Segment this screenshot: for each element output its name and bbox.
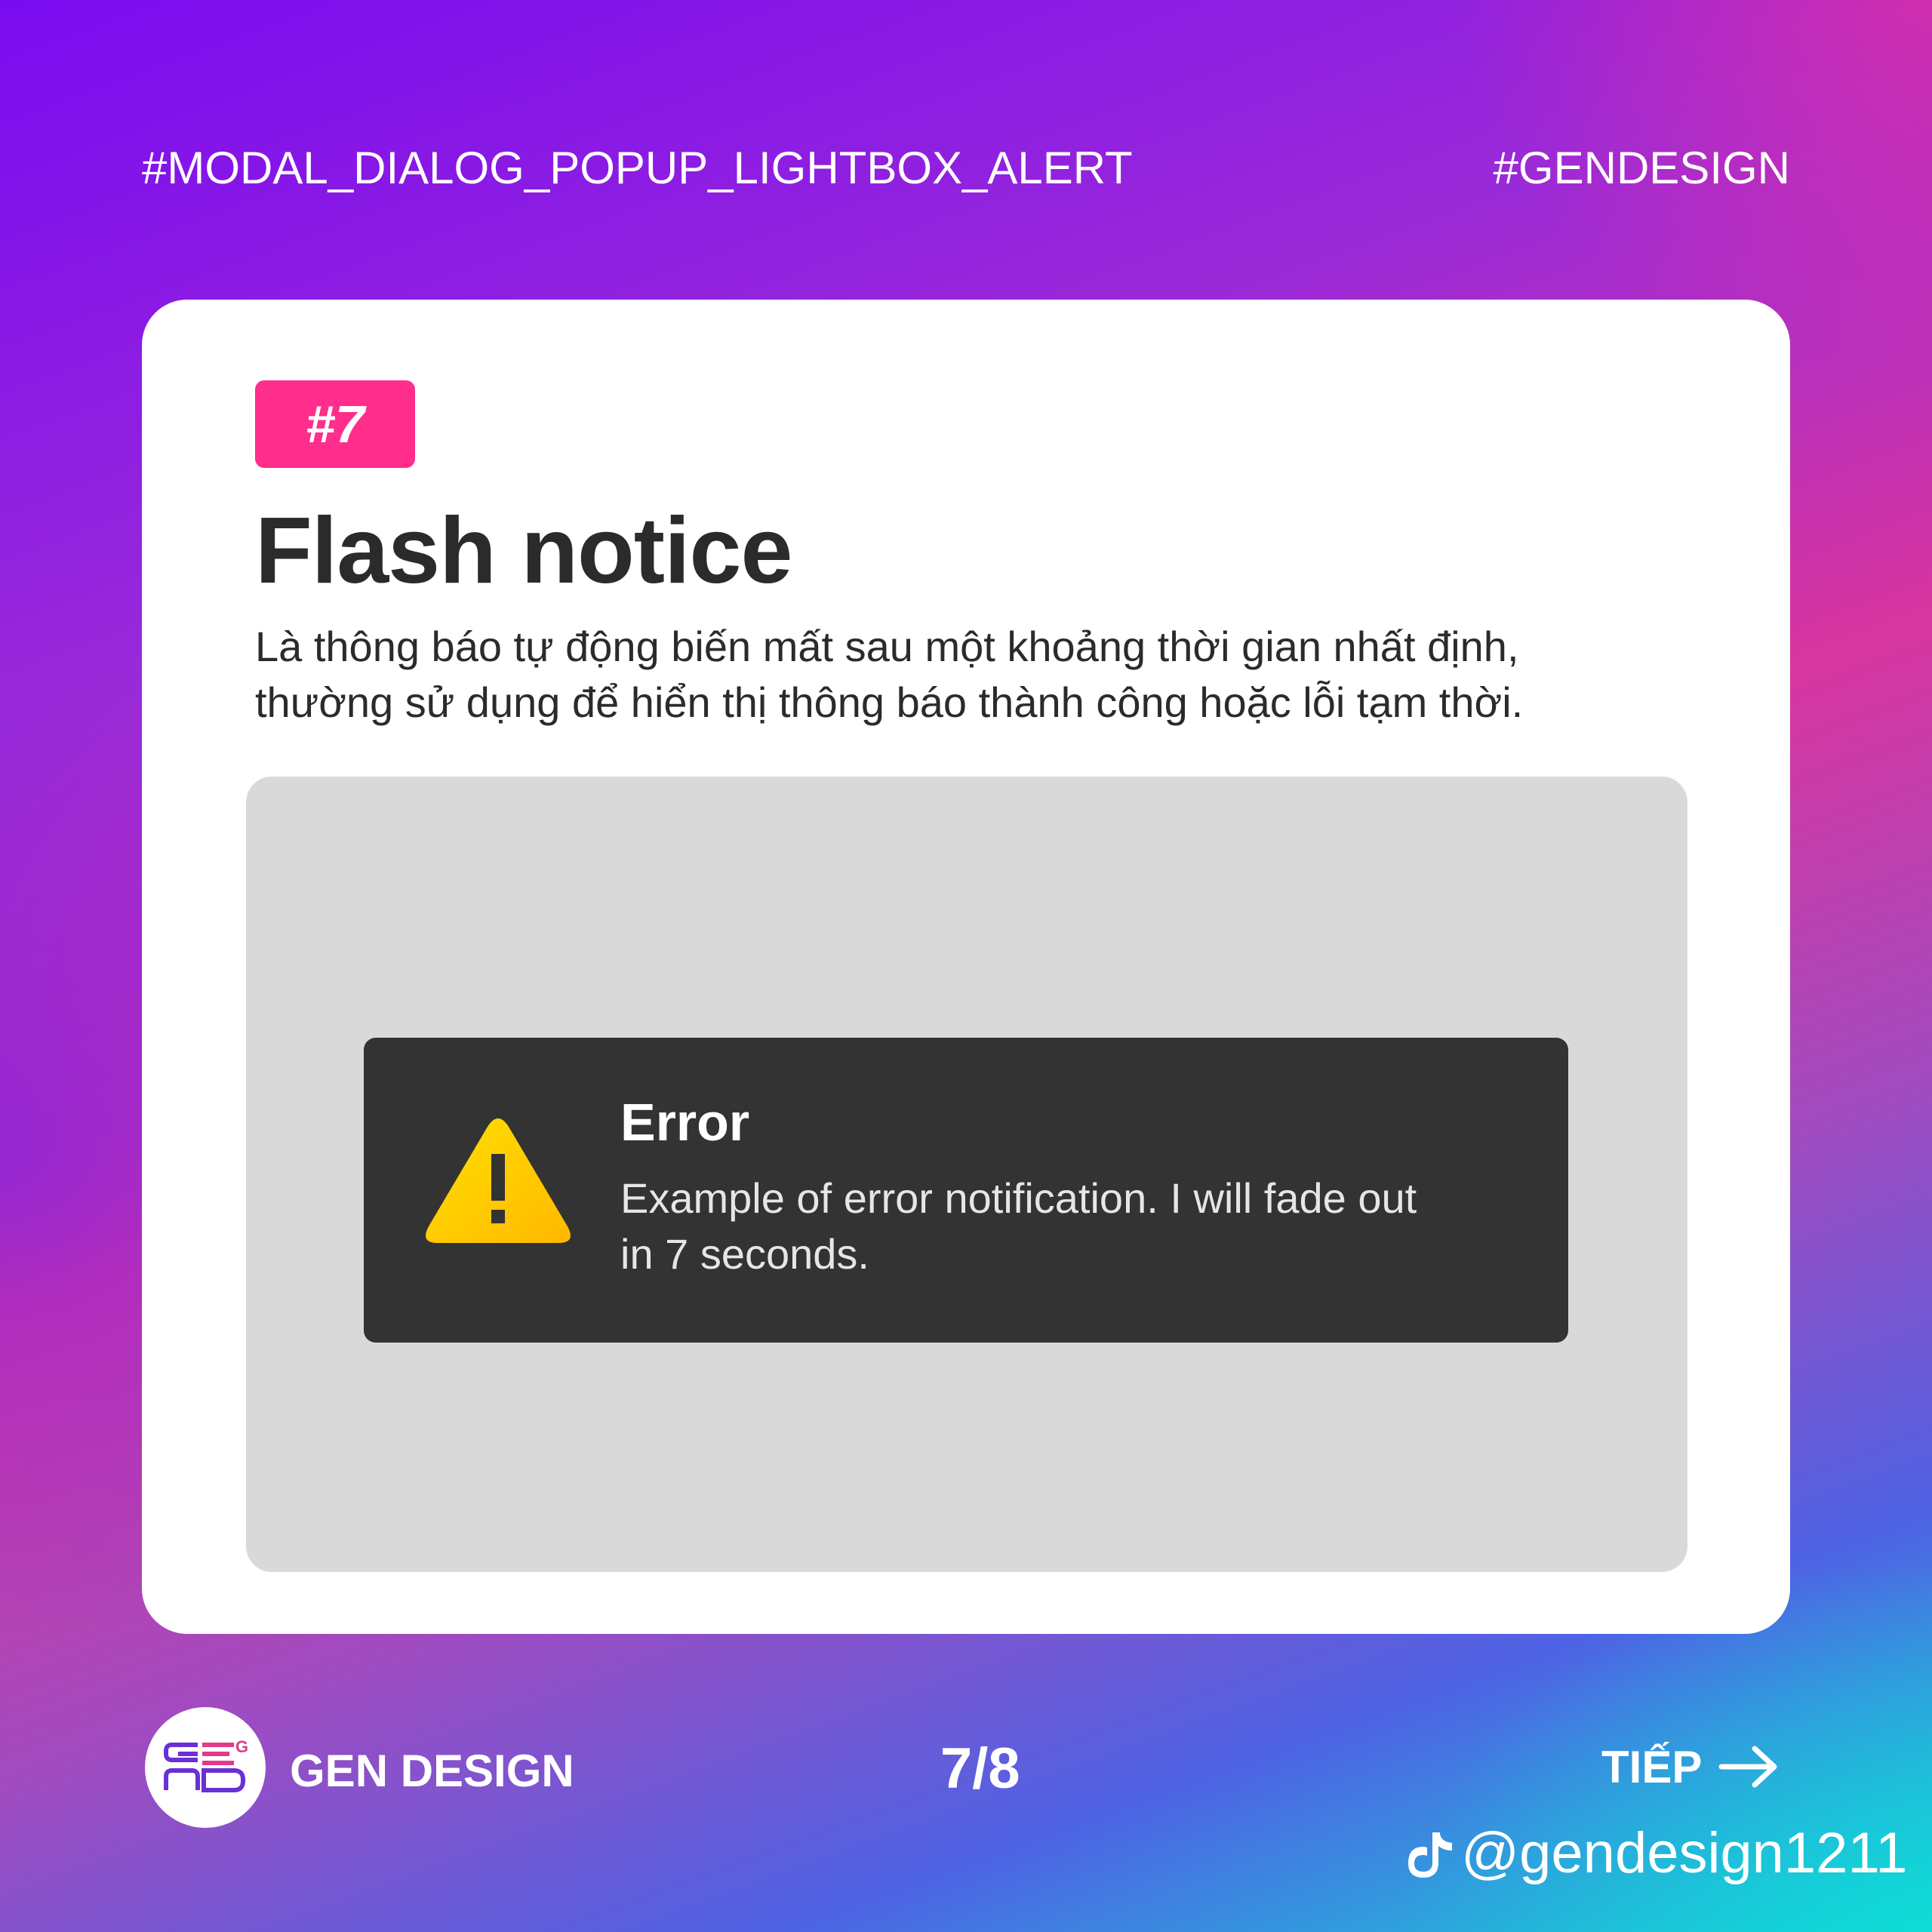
toast-message-line: Example of error notification. I will fa… (620, 1174, 1417, 1222)
arrow-right-icon (1718, 1746, 1777, 1788)
toast-message: Example of error notification. I will fa… (620, 1171, 1526, 1282)
card-description: Là thông báo tự động biến mất sau một kh… (255, 619, 1689, 731)
flash-notice-toast[interactable]: Error Example of error notification. I w… (364, 1038, 1568, 1343)
logo-letter: GEN (235, 1737, 249, 1756)
social-handle[interactable]: @gendesign1211 (1408, 1820, 1907, 1886)
logo-mark-icon: GEN (164, 1737, 249, 1792)
gen-design-logo: GEN (145, 1707, 266, 1828)
content-card: #7 Flash notice Là thông báo tự động biế… (142, 300, 1790, 1634)
next-label: TIẾP (1601, 1741, 1703, 1792)
description-line: thường sử dụng để hiển thị thông báo thà… (255, 678, 1524, 726)
toast-message-line: in 7 seconds. (620, 1230, 869, 1278)
brand-hashtag: #GENDESIGN (1493, 143, 1790, 193)
number-badge: #7 (255, 380, 415, 468)
brand-name: GEN DESIGN (290, 1746, 574, 1796)
card-title: Flash notice (255, 499, 792, 603)
page-indicator: 7/8 (940, 1737, 1020, 1801)
preview-area: Error Example of error notification. I w… (246, 777, 1687, 1572)
tiktok-icon (1408, 1832, 1452, 1878)
topic-hashtag: #MODAL_DIALOG_POPUP_LIGHTBOX_ALERT (142, 143, 1133, 193)
warning-triangle-icon (426, 1118, 571, 1243)
next-button[interactable]: TIẾP (1601, 1740, 1779, 1793)
description-line: Là thông báo tự động biến mất sau một kh… (255, 623, 1519, 670)
social-handle-text: @gendesign1211 (1461, 1821, 1908, 1885)
toast-title: Error (620, 1093, 750, 1152)
